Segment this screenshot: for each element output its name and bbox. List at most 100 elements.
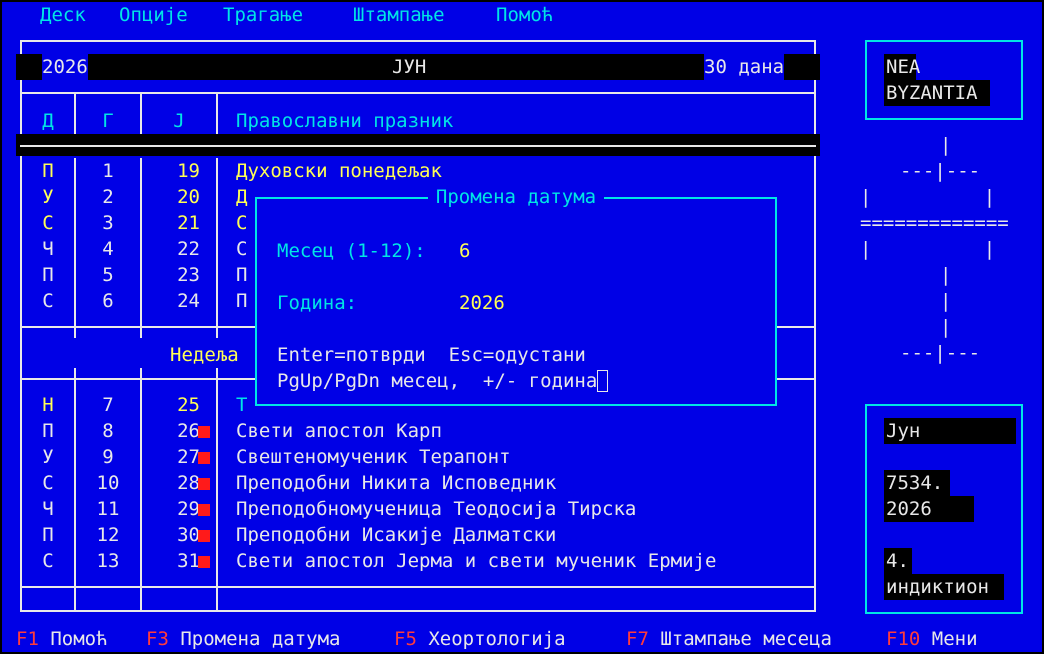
fkey-f3[interactable]: F3 Промена датума [146,626,340,652]
frame-top [20,40,816,42]
row-feast: Преподобни Исакије Далматски [236,524,557,546]
row-weekday: Ч [42,238,54,260]
dialog-title: Промена датума [257,184,775,210]
row-weekday: С [42,472,54,494]
row-feast: Духовски понедељак [236,160,442,182]
col-header-julian: Ј [173,110,185,132]
month-field-label: Месец (1-12): [277,240,426,262]
col-divider [74,92,76,134]
row-feast: Свети апостол Јерма и свети мученик Ерми… [236,550,717,572]
column-header-line [20,145,816,147]
logo-line2: BYZANTIA [884,80,990,106]
month-field[interactable]: 6 [459,238,470,264]
col-divider [216,92,218,134]
row-julian-date: 21 [177,212,200,234]
cross-line: | [940,264,952,286]
menu-search[interactable]: Трагање [223,2,303,28]
row-feast: Преподобномученица Теодосија Тирска [236,498,637,520]
dialog-title-text: Промена датума [427,186,605,208]
cross-line: | [940,134,952,156]
change-date-dialog: Промена датума Месец (1-12): 6 Година: 2… [255,186,777,406]
fkey-label: Помоћ [38,628,108,650]
fkey-f1[interactable]: F1 Помоћ [16,626,108,652]
col-header-holiday: Православни празник [236,110,454,132]
fkey-f10[interactable]: F10 Мени [886,626,978,652]
menu-options[interactable]: Опције [119,2,188,28]
row-weekday: Н [42,394,54,416]
row-feast: Преподобни Никита Исповедник [236,472,557,494]
cross-line: ---|--- [900,160,981,182]
cross-line: ---|--- [900,342,981,364]
row-weekday: П [42,264,54,286]
sidebar-indiction-number: 4. [884,548,912,574]
year-field-label: Година: [277,292,358,314]
row-feast: С [236,238,248,260]
row-civil-date: 4 [102,238,114,260]
text-cursor [597,370,609,392]
row-civil-date: 2 [102,186,114,208]
cross-line: | [940,290,952,312]
row-civil-date: 9 [102,446,114,468]
row-weekday: С [42,550,54,572]
row-weekday: У [42,446,54,468]
row-feast: Свети апостол Карп [236,420,442,442]
cross-line: | | | [860,238,1015,260]
fkey-f7[interactable]: F7 Штампање месеца [626,626,832,652]
row-weekday: Ч [42,498,54,520]
fkey-label: Хеортологија [416,628,566,650]
row-feast: П [236,264,248,286]
year-field[interactable]: 2026 [459,290,505,316]
row-civil-date: 3 [102,212,114,234]
fast-marker-icon [198,452,210,464]
table-bottom-line [20,586,816,588]
col-header-day: Д [42,110,54,132]
sidebar-civil-year: 2026 [884,496,974,522]
row-civil-date: 1 [102,160,114,182]
logo-line1: NEA [884,54,921,80]
menu-help[interactable]: Помоћ [496,2,553,28]
dialog-help-line2: PgUp/PgDn месец, +/- година [277,368,609,394]
row-julian-date: 29 [177,498,200,520]
row-civil-date: 12 [96,524,120,546]
col-divider [216,158,218,338]
col-divider [140,92,142,134]
fast-marker-icon [198,426,210,438]
sidebar-indiction-label: индиктион [884,574,1004,600]
row-civil-date: 7 [102,394,114,416]
row-julian-date: 23 [177,264,200,286]
row-julian-date: 20 [177,186,200,208]
row-civil-date: 6 [102,290,114,312]
row-civil-date: 11 [96,498,120,520]
cross-line: | [940,316,952,338]
menu-print[interactable]: Штампање [353,2,445,28]
row-feast: С [236,212,248,234]
fast-marker-icon [198,530,210,542]
row-julian-date: 28 [177,472,200,494]
menu-desk[interactable]: Деск [40,2,86,28]
row-civil-date: 13 [96,550,120,572]
row-julian-date: 19 [177,160,200,182]
header-month: ЈУН [392,56,427,78]
dialog-help-line1: Enter=потврди Esc=одустани [277,344,586,366]
fkey-code: F5 [394,628,417,650]
row-weekday: П [42,420,54,442]
row-weekday: С [42,290,54,312]
row-julian-date: 27 [177,446,200,468]
sidebar-month-name: Јун [884,418,1016,444]
cross-line: | | | [860,186,1015,208]
fkey-f5[interactable]: F5 Хеортологија [394,626,566,652]
row-feast: Т [236,394,248,416]
row-julian-date: 30 [177,524,200,546]
row-julian-date: 24 [177,290,200,312]
fast-marker-icon [198,556,210,568]
fkey-label: Мени [920,628,978,650]
row-julian-date: 25 [177,394,200,416]
cross-line: ============= [860,212,1009,234]
week-label: Недеља [170,344,239,366]
row-weekday: У [42,186,54,208]
row-civil-date: 8 [102,420,114,442]
fkey-code: F10 [886,628,921,650]
fkey-code: F7 [626,628,649,650]
fkey-label: Промена датума [168,628,341,650]
sidebar-byzantine-year: 7534. [884,470,950,496]
